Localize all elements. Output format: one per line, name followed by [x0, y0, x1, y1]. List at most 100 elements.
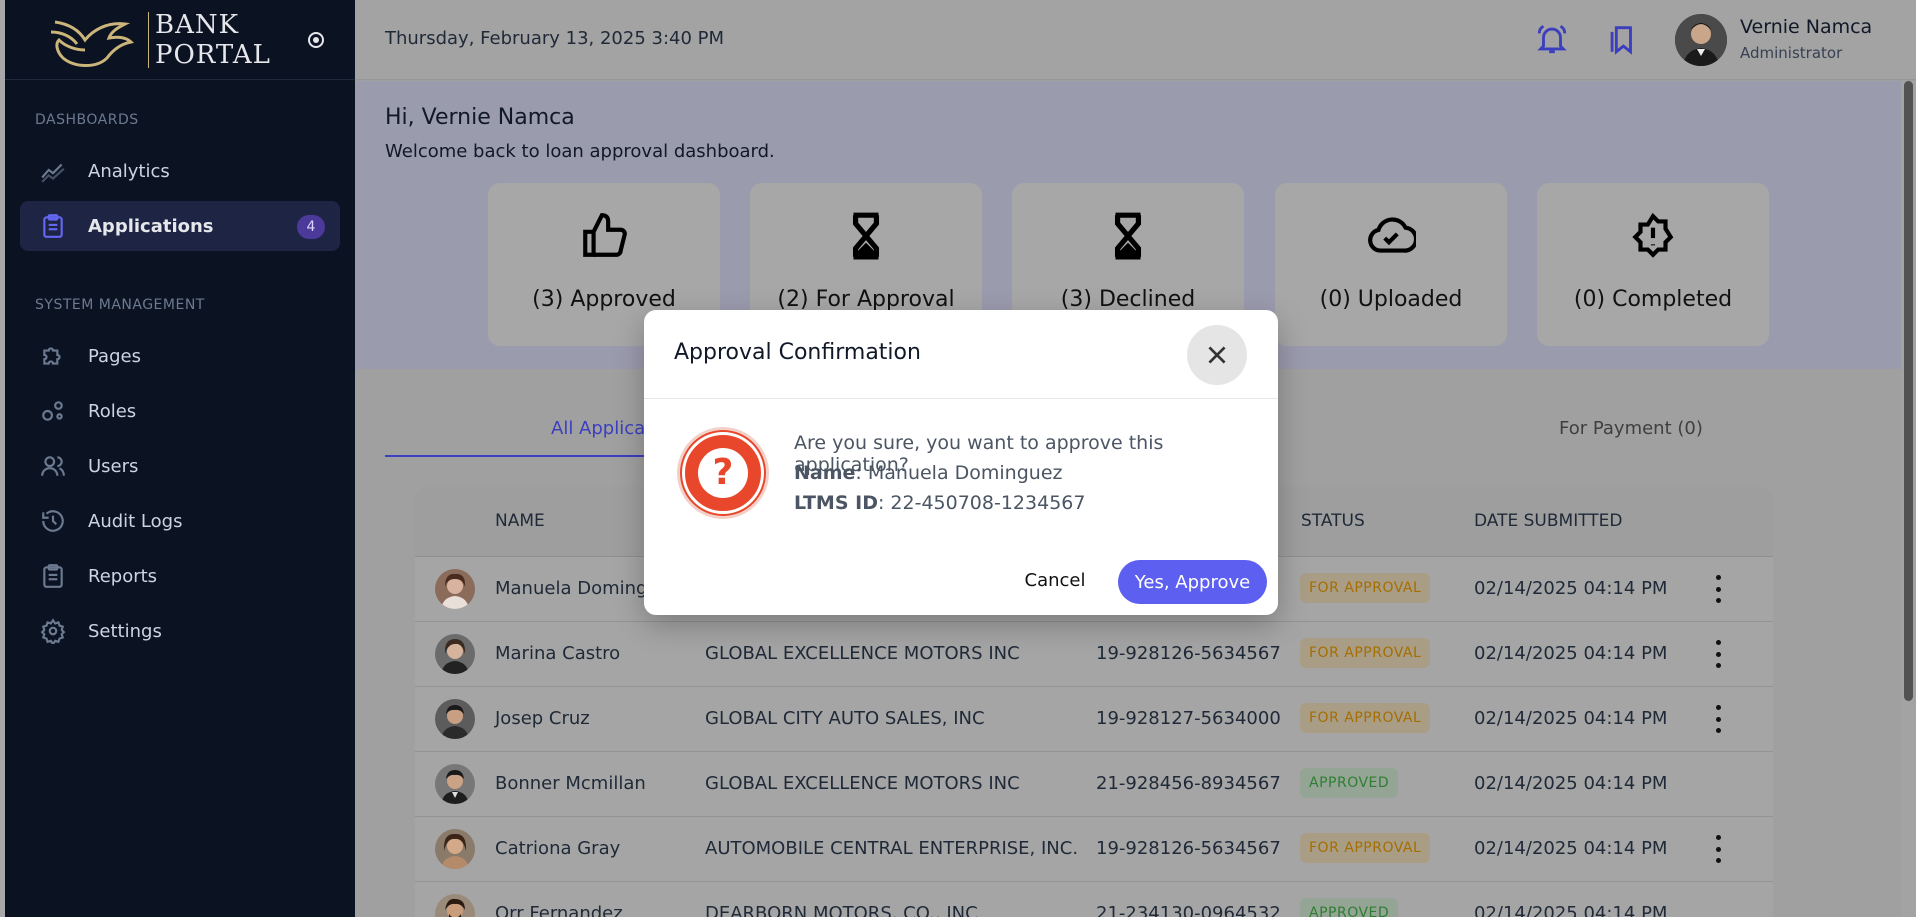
brand-name: BANK PORTAL [155, 10, 271, 70]
sidebar-item-label: Reports [88, 565, 158, 587]
brand: BANK PORTAL [5, 0, 355, 80]
bookmarks-icon[interactable] [1605, 22, 1639, 56]
approval-confirmation-dialog: Approval Confirmation ? Are you sure, yo… [644, 310, 1278, 615]
sidebar-item-settings[interactable]: Settings [20, 606, 340, 656]
column-header-status[interactable]: STATUS [1301, 511, 1365, 531]
column-header-date[interactable]: DATE SUBMITTED [1474, 511, 1623, 531]
stat-label: (3) Approved [532, 287, 676, 312]
section-system-management: SYSTEM MANAGEMENT [35, 297, 205, 313]
stat-label: (0) Uploaded [1319, 287, 1463, 312]
table-row[interactable]: Catriona Gray AUTOMOBILE CENTRAL ENTERPR… [415, 817, 1773, 882]
question-icon-ring: ? [682, 432, 764, 514]
sidebar-item-applications[interactable]: Applications 4 [20, 201, 340, 251]
sidebar-item-label: Audit Logs [88, 510, 183, 532]
ltms-value: : 22-450708-1234567 [877, 492, 1086, 514]
stat-label: (3) Declined [1060, 287, 1196, 312]
ltms-id: 19-928127-5634000 [1096, 708, 1281, 729]
applicant-name: Manuela Domingu [495, 578, 659, 599]
analytics-icon [40, 158, 66, 184]
date-submitted: 02/14/2025 04:14 PM [1474, 708, 1668, 729]
row-menu-icon[interactable] [1713, 835, 1723, 863]
row-menu-icon[interactable] [1713, 705, 1723, 733]
close-button[interactable] [1187, 325, 1247, 385]
current-datetime: Thursday, February 13, 2025 3:40 PM [385, 28, 725, 49]
sidebar-item-analytics[interactable]: Analytics [20, 146, 340, 196]
applicant-avatar [435, 634, 475, 674]
table-row[interactable]: Marina Castro GLOBAL EXCELLENCE MOTORS I… [415, 622, 1773, 687]
sidebar-toggle-icon[interactable] [308, 32, 324, 48]
applicant-avatar [435, 699, 475, 739]
table-row[interactable]: Orr Fernandez DEARBORN MOTORS, CO., INC … [415, 882, 1773, 917]
date-submitted: 02/14/2025 04:14 PM [1474, 578, 1668, 599]
status-badge: FOR APPROVAL [1300, 573, 1431, 603]
dealer-name: DEARBORN MOTORS, CO., INC [705, 903, 978, 917]
sidebar-item-label: Users [88, 455, 139, 477]
brand-line-1: BANK [155, 10, 240, 40]
dealer-name: GLOBAL EXCELLENCE MOTORS INC [705, 643, 1020, 664]
dealer-name: GLOBAL CITY AUTO SALES, INC [705, 708, 985, 729]
report-icon [40, 563, 66, 589]
ltms-id: 19-928126-5634567 [1096, 643, 1281, 664]
user-name: Vernie Namca [1740, 16, 1873, 38]
sidebar-item-pages[interactable]: Pages [20, 331, 340, 381]
sidebar-item-reports[interactable]: Reports [20, 551, 340, 601]
sidebar-item-label: Analytics [88, 160, 170, 182]
close-icon [1208, 346, 1226, 364]
sidebar-item-audit-logs[interactable]: Audit Logs [20, 496, 340, 546]
status-badge: FOR APPROVAL [1300, 638, 1431, 668]
ltms-id: 21-234130-0964532 [1096, 903, 1281, 917]
status-badge: FOR APPROVAL [1300, 833, 1431, 863]
applicant-name-line: Name: Manuela Dominguez [794, 462, 1062, 484]
history-icon [40, 508, 66, 534]
table-row[interactable]: Josep Cruz GLOBAL CITY AUTO SALES, INC 1… [415, 687, 1773, 752]
sidebar-item-users[interactable]: Users [20, 441, 340, 491]
stat-card-uploaded[interactable]: (0) Uploaded [1275, 183, 1507, 346]
puzzle-icon [40, 343, 66, 369]
tab-for-payment[interactable]: For Payment (0) [1559, 418, 1703, 439]
applicant-avatar [435, 894, 475, 917]
cancel-button[interactable]: Cancel [1010, 560, 1100, 600]
badge-alert-icon [1537, 211, 1769, 261]
stat-label: (2) For Approval [777, 287, 955, 312]
ltms-label: LTMS ID [794, 492, 878, 514]
tab-all-applications[interactable]: All Applicat [551, 418, 652, 439]
brand-divider [148, 12, 149, 68]
name-value: : Manuela Dominguez [855, 462, 1063, 484]
status-badge: APPROVED [1300, 898, 1399, 917]
sidebar-item-label: Applications [88, 215, 214, 237]
stat-label: (0) Completed [1573, 287, 1733, 312]
notification-bell-icon[interactable] [1535, 22, 1569, 56]
dealer-name: GLOBAL EXCELLENCE MOTORS INC [705, 773, 1020, 794]
hourglass-icon [750, 211, 982, 261]
column-header-name[interactable]: NAME [495, 511, 545, 531]
sidebar-item-label: Roles [88, 400, 137, 422]
scrollbar-thumb[interactable] [1904, 81, 1913, 701]
status-badge: APPROVED [1300, 768, 1399, 798]
sidebar-item-roles[interactable]: Roles [20, 386, 340, 436]
applicant-name: Bonner Mcmillan [495, 773, 646, 794]
date-submitted: 02/14/2025 04:14 PM [1474, 838, 1668, 859]
dialog-header: Approval Confirmation [644, 310, 1278, 399]
table-row[interactable]: Bonner Mcmillan GLOBAL EXCELLENCE MOTORS… [415, 752, 1773, 817]
row-menu-icon[interactable] [1713, 640, 1723, 668]
stat-card-completed[interactable]: (0) Completed [1537, 183, 1769, 346]
status-badge: FOR APPROVAL [1300, 703, 1431, 733]
row-menu-icon[interactable] [1713, 575, 1723, 603]
page-scrollbar[interactable] [1901, 81, 1916, 917]
gear-icon [40, 618, 66, 644]
greeting: Hi, Vernie Namca [385, 105, 575, 130]
ltms-id-line: LTMS ID: 22-450708-1234567 [794, 492, 1085, 514]
sidebar-item-label: Settings [88, 620, 162, 642]
topbar: Thursday, February 13, 2025 3:40 PM Vern… [355, 0, 1916, 80]
welcome-text: Welcome back to loan approval dashboard. [385, 141, 775, 162]
applicant-name: Josep Cruz [495, 708, 590, 729]
name-label: Name [794, 462, 856, 484]
user-avatar[interactable] [1675, 14, 1727, 66]
hourglass-icon [1012, 211, 1244, 261]
cloud-check-icon [1275, 211, 1507, 261]
yes-approve-button[interactable]: Yes, Approve [1118, 560, 1267, 604]
clipboard-icon [40, 213, 66, 239]
ltms-id: 21-928456-8934567 [1096, 773, 1281, 794]
dealer-name: AUTOMOBILE CENTRAL ENTERPRISE, INC. [705, 838, 1079, 859]
section-dashboards: DASHBOARDS [35, 112, 139, 128]
